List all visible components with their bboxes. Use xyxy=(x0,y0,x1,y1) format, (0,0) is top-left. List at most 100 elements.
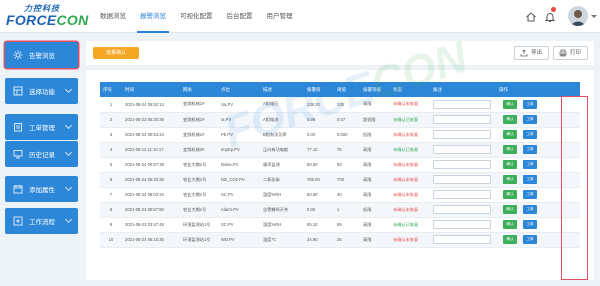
top-header: 力控科技 FORCECON 数据浏览 报警浏览 可视化配置 后台配置 用户管理 xyxy=(0,0,600,33)
table-cell: 1 xyxy=(100,97,122,113)
work-order-button[interactable]: 工单 xyxy=(523,205,537,214)
confirm-button[interactable]: 确认 xyxy=(503,160,517,169)
table-cell: 变频机械1# xyxy=(180,97,218,113)
chevron-down-icon xyxy=(64,148,73,157)
remark-cell xyxy=(430,97,496,113)
table-cell: 湿度%RH xyxy=(260,217,304,233)
table-cell: 高限 xyxy=(360,232,390,248)
table-cell: SC.PV xyxy=(218,217,260,233)
logo-part-force: FORCE xyxy=(6,12,57,28)
chevron-down-icon xyxy=(64,215,73,224)
table-cell: 50.60 xyxy=(304,157,334,173)
home-icon[interactable] xyxy=(525,11,537,23)
nav-item-1[interactable]: 报警浏览 xyxy=(133,0,173,33)
sidebar-item-1[interactable]: 选择功能 xyxy=(5,78,78,104)
table-cell: 2021-08-24 00:57:38 xyxy=(122,157,180,173)
sidebar-item-label: 选择功能 xyxy=(29,89,55,96)
remark-input[interactable] xyxy=(433,220,491,229)
confirm-button[interactable]: 确认 xyxy=(503,130,517,139)
remark-input[interactable] xyxy=(433,145,491,154)
sidebar-item-2[interactable]: 工单管理 xyxy=(5,114,78,140)
table-cell: 未确认未恢复 xyxy=(390,127,430,143)
work-order-button[interactable]: 工单 xyxy=(523,160,537,169)
column-header: 时间 xyxy=(122,82,180,97)
confirm-button[interactable]: 确认 xyxy=(503,145,517,154)
table-cell: 高限 xyxy=(360,142,390,158)
column-header: 报警等级 xyxy=(360,82,390,97)
work-order-button[interactable]: 工单 xyxy=(523,115,537,124)
chevron-down-icon xyxy=(64,121,73,130)
batch-confirm-button[interactable]: 批量确认 xyxy=(93,47,139,59)
alarm-table-panel: 序号 时间 网关 点位 描述 报警值 阈值 报警等级 状态 备注 操作 1 2021-08-24 05… xyxy=(86,70,594,280)
work-order-button[interactable]: 工单 xyxy=(523,99,537,109)
work-order-button[interactable]: 工单 xyxy=(523,220,537,229)
sidebar-item-5[interactable]: 工作流程 xyxy=(5,208,78,234)
table-cell: 705.00 xyxy=(304,172,334,188)
table-cell: 高限 xyxy=(360,187,390,203)
calendar-icon xyxy=(13,185,23,194)
table-cell: 低限 xyxy=(360,127,390,143)
work-order-button[interactable]: 工单 xyxy=(523,175,537,184)
remark-input[interactable] xyxy=(433,205,491,214)
table-cell: 65 xyxy=(334,217,360,233)
export-button[interactable]: 导出 xyxy=(514,46,550,60)
table-cell: 环境监测站1号 xyxy=(180,232,218,248)
remark-cell xyxy=(430,217,496,233)
confirm-button[interactable]: 确认 xyxy=(503,115,517,124)
sidebar-item-label: 工作流程 xyxy=(29,219,55,226)
table-cell: 未确认未恢复 xyxy=(390,232,430,248)
user-avatar[interactable] xyxy=(568,6,588,26)
remark-cell xyxy=(430,202,496,218)
table-cell: 77.10 xyxy=(304,142,334,158)
column-header: 点位 xyxy=(218,82,260,97)
confirm-button[interactable]: 确认 xyxy=(503,99,517,109)
print-button[interactable]: 打印 xyxy=(553,46,589,60)
confirm-button[interactable]: 确认 xyxy=(503,235,517,244)
nav-item-4[interactable]: 用户管理 xyxy=(260,0,300,33)
actions-cell: 确认 工单 xyxy=(496,112,580,128)
sidebar-item-4[interactable]: 添加属性 xyxy=(5,176,78,202)
confirm-button[interactable]: 确认 xyxy=(503,190,517,199)
workflow-icon xyxy=(13,216,23,226)
confirm-button[interactable]: 确认 xyxy=(503,205,517,214)
table-cell: ImpEp.PV xyxy=(218,142,260,158)
remark-input[interactable] xyxy=(433,99,491,109)
table-cell: 0.000 xyxy=(334,127,360,143)
table-cell: 高限 xyxy=(360,97,390,113)
table-cell: 1 xyxy=(334,202,360,218)
remark-input[interactable] xyxy=(433,175,491,184)
table-cell: 高限 xyxy=(360,157,390,173)
table-cell: 50 xyxy=(334,157,360,173)
confirm-button[interactable]: 确认 xyxy=(503,220,517,229)
work-order-button[interactable]: 工单 xyxy=(523,145,537,154)
sidebar-item-label: 工单管理 xyxy=(29,125,55,132)
bell-icon[interactable] xyxy=(544,11,556,23)
table-cell: 5 xyxy=(100,157,122,173)
work-order-button[interactable]: 工单 xyxy=(523,235,537,244)
nav-item-3[interactable]: 后台配置 xyxy=(220,0,260,33)
actions-cell: 确认 工单 xyxy=(496,127,580,143)
nav-item-0[interactable]: 数据浏览 xyxy=(93,0,133,33)
remark-input[interactable] xyxy=(433,235,491,244)
sidebar-item-0[interactable]: 告警浏览 xyxy=(5,42,78,68)
chevron-down-icon xyxy=(64,85,73,94)
table-cell: 超低限 xyxy=(360,112,390,128)
table-cell: 农业大棚1号 xyxy=(180,202,218,218)
work-order-button[interactable]: 工单 xyxy=(523,130,537,139)
sidebar-item-label: 添加属性 xyxy=(29,187,55,194)
remark-input[interactable] xyxy=(433,130,491,139)
chevron-down-icon[interactable] xyxy=(591,15,597,18)
remark-input[interactable] xyxy=(433,160,491,169)
confirm-button[interactable]: 确认 xyxy=(503,175,517,184)
table-cell: 75 xyxy=(334,142,360,158)
nav-item-2[interactable]: 可视化配置 xyxy=(173,0,220,33)
sidebar-item-3[interactable]: 历史记录 xyxy=(5,141,78,167)
remark-input[interactable] xyxy=(433,190,491,199)
table-cell: 0.00 xyxy=(304,202,334,218)
work-order-button[interactable]: 工单 xyxy=(523,190,537,199)
forcecon-logo[interactable]: 力控科技 FORCECON xyxy=(6,3,88,30)
table-cell: 未确认已恢复 xyxy=(390,217,430,233)
table-cell: 温度℃ xyxy=(260,232,304,248)
table-cell: 湿度%RH xyxy=(260,187,304,203)
remark-input[interactable] xyxy=(433,115,491,124)
